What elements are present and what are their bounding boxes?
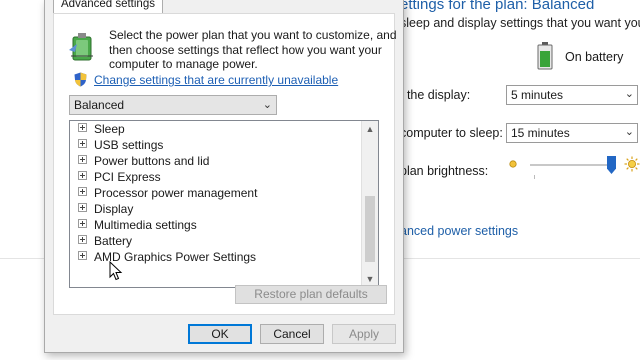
sleep-label: computer to sleep: (400, 126, 503, 140)
tree-item-label: Battery (94, 234, 133, 248)
expand-plus-icon[interactable] (78, 139, 87, 148)
scrollbar-thumb[interactable] (365, 196, 375, 262)
tree-item-amd-graphics-power-settings[interactable]: AMD Graphics Power Settings (78, 250, 256, 265)
chevron-down-icon: ⌄ (624, 88, 634, 100)
tree-item-processor-power-management[interactable]: Processor power management (78, 186, 257, 201)
scroll-up-icon[interactable]: ▲ (362, 121, 378, 137)
brightness-slider-track[interactable] (530, 164, 614, 166)
tree-item-label: Display (94, 202, 134, 216)
expand-plus-icon[interactable] (78, 235, 87, 244)
brightness-slider-thumb[interactable] (607, 156, 616, 174)
change-unavailable-settings-link[interactable]: Change settings that are currently unava… (94, 73, 338, 87)
power-plan-select[interactable]: Balanced ⌄ (69, 95, 277, 115)
power-plan-value: Balanced (74, 98, 125, 112)
expand-plus-icon[interactable] (78, 155, 87, 164)
tree-item-label: USB settings (94, 138, 164, 152)
chevron-down-icon: ⌄ (624, 126, 634, 138)
on-battery-label: On battery (565, 50, 624, 64)
advanced-settings-panel: Select the power plan that you want to c… (53, 13, 397, 315)
intro-line: computer to manage power. (109, 57, 258, 71)
turn-off-display-select[interactable]: 5 minutes ⌄ (506, 85, 638, 105)
brightness-label: plan brightness: (400, 164, 489, 178)
tab-advanced-settings[interactable]: Advanced settings (53, 0, 163, 14)
expand-plus-icon[interactable] (78, 187, 87, 196)
tree-item-label: PCI Express (94, 170, 161, 184)
tree-item-label: Power buttons and lid (94, 154, 210, 168)
plan-description: sleep and display settings that you want… (400, 16, 640, 30)
apply-button[interactable]: Apply (332, 324, 396, 344)
power-options-icon (69, 33, 93, 61)
mouse-cursor-icon (109, 261, 123, 281)
tree-item-sleep[interactable]: Sleep (78, 122, 125, 137)
power-options-dialog: Advanced settings Select the power plan … (44, 0, 404, 353)
intro-line: Select the power plan that you want to c… (109, 28, 397, 42)
tree-item-label: Processor power management (94, 186, 258, 200)
expand-plus-icon[interactable] (78, 219, 87, 228)
ok-button[interactable]: OK (188, 324, 252, 344)
restore-plan-defaults-button[interactable]: Restore plan defaults (235, 285, 387, 304)
turn-off-display-label: f the display: (400, 88, 471, 102)
expand-plus-icon[interactable] (78, 123, 87, 132)
expand-plus-icon[interactable] (78, 171, 87, 180)
sleep-select[interactable]: 15 minutes ⌄ (506, 123, 638, 143)
expand-plus-icon[interactable] (78, 251, 87, 260)
tree-item-battery[interactable]: Battery (78, 234, 132, 249)
brightness-high-icon (624, 156, 640, 172)
tree-item-pci-express[interactable]: PCI Express (78, 170, 161, 185)
expand-plus-icon[interactable] (78, 203, 87, 212)
tree-item-usb-settings[interactable]: USB settings (78, 138, 163, 153)
tree-item-multimedia-settings[interactable]: Multimedia settings (78, 218, 197, 233)
intro-text: Select the power plan that you want to c… (109, 28, 397, 72)
tree-scrollbar[interactable]: ▲ ▼ (361, 121, 378, 287)
intro-line: then choose settings that reflect how yo… (109, 42, 382, 57)
plan-heading: ettings for the plan: Balanced (400, 0, 595, 13)
slider-tick (534, 175, 535, 179)
cancel-button[interactable]: Cancel (260, 324, 324, 344)
tree-item-label: Multimedia settings (94, 218, 197, 232)
tree-item-label: Sleep (94, 122, 125, 136)
turn-off-display-value: 5 minutes (511, 88, 564, 102)
sleep-value: 15 minutes (511, 126, 570, 140)
tree-item-power-buttons-and-lid[interactable]: Power buttons and lid (78, 154, 209, 169)
brightness-low-icon (509, 160, 517, 168)
advanced-power-settings-link[interactable]: anced power settings (400, 224, 518, 238)
tree-item-display[interactable]: Display (78, 202, 133, 217)
uac-shield-icon (74, 72, 87, 87)
battery-icon (537, 42, 553, 70)
chevron-down-icon: ⌄ (262, 99, 272, 111)
